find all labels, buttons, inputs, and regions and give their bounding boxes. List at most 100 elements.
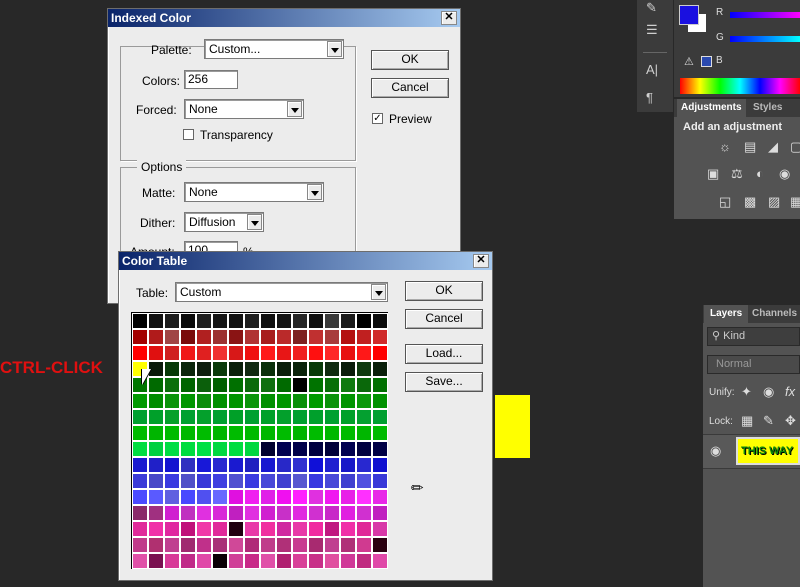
color-swatch[interactable] [180, 345, 196, 361]
color-swatch[interactable] [260, 425, 276, 441]
color-swatch[interactable] [164, 361, 180, 377]
table-select[interactable]: Custom [175, 282, 388, 302]
color-swatch[interactable] [212, 377, 228, 393]
bw-icon[interactable]: ◐ [756, 166, 764, 181]
load-button[interactable]: Load... [405, 344, 483, 364]
color-swatch[interactable] [180, 473, 196, 489]
color-swatch[interactable] [212, 329, 228, 345]
color-swatch[interactable] [308, 377, 324, 393]
color-swatch[interactable] [308, 457, 324, 473]
chevron-down-icon[interactable] [371, 284, 386, 300]
posterize-icon[interactable]: ▩ [744, 194, 756, 210]
color-swatch[interactable] [276, 473, 292, 489]
color-swatch[interactable] [196, 425, 212, 441]
color-swatch[interactable] [164, 553, 180, 569]
color-swatch[interactable] [308, 473, 324, 489]
save-button[interactable]: Save... [405, 372, 483, 392]
cancel-button[interactable]: Cancel [371, 78, 449, 98]
color-swatch[interactable] [260, 345, 276, 361]
color-swatch[interactable] [228, 425, 244, 441]
color-swatch[interactable] [260, 393, 276, 409]
chevron-down-icon[interactable] [287, 101, 302, 117]
color-swatch[interactable] [292, 393, 308, 409]
color-swatch[interactable] [228, 537, 244, 553]
preview-checkbox[interactable]: ✓ [372, 113, 383, 124]
color-swatch[interactable] [132, 553, 148, 569]
websafe-swatch[interactable] [701, 56, 712, 67]
color-swatch[interactable] [244, 425, 260, 441]
layer-filter[interactable]: ⚲ Kind [707, 327, 800, 346]
color-swatch[interactable] [260, 313, 276, 329]
color-swatch[interactable] [308, 313, 324, 329]
color-swatch[interactable] [260, 409, 276, 425]
color-swatch[interactable] [196, 393, 212, 409]
color-swatch[interactable] [340, 393, 356, 409]
color-swatch[interactable] [324, 457, 340, 473]
color-swatch[interactable] [292, 473, 308, 489]
ok-button[interactable]: OK [371, 50, 449, 70]
color-swatch[interactable] [244, 457, 260, 473]
color-swatch[interactable] [276, 521, 292, 537]
color-swatch[interactable] [260, 361, 276, 377]
color-swatch[interactable] [356, 393, 372, 409]
color-swatch[interactable] [292, 345, 308, 361]
color-swatch[interactable] [180, 537, 196, 553]
color-swatch[interactable] [276, 409, 292, 425]
color-swatch[interactable] [180, 329, 196, 345]
color-swatch[interactable] [196, 377, 212, 393]
color-swatch[interactable] [356, 409, 372, 425]
color-swatch[interactable] [276, 313, 292, 329]
color-swatch[interactable] [372, 505, 388, 521]
color-swatch[interactable] [340, 425, 356, 441]
threshold-icon[interactable]: ▨ [768, 194, 780, 210]
color-swatch[interactable] [244, 473, 260, 489]
color-swatch[interactable] [148, 553, 164, 569]
color-swatch[interactable] [340, 457, 356, 473]
color-swatch[interactable] [228, 361, 244, 377]
color-swatch[interactable] [276, 377, 292, 393]
color-swatch[interactable] [340, 409, 356, 425]
color-swatch[interactable] [132, 489, 148, 505]
color-swatch[interactable] [228, 345, 244, 361]
color-swatch[interactable] [356, 473, 372, 489]
r-slider[interactable] [730, 12, 800, 18]
color-swatch[interactable] [132, 425, 148, 441]
color-swatch[interactable] [180, 489, 196, 505]
color-swatch[interactable] [260, 553, 276, 569]
color-swatch[interactable] [132, 313, 148, 329]
visibility-eye-icon[interactable]: ◉ [710, 443, 721, 459]
color-swatch[interactable] [244, 553, 260, 569]
color-swatch[interactable] [148, 313, 164, 329]
color-swatch[interactable] [340, 345, 356, 361]
color-swatch[interactable] [308, 393, 324, 409]
color-swatch[interactable] [228, 489, 244, 505]
color-swatch[interactable] [372, 409, 388, 425]
close-icon[interactable]: ✕ [441, 11, 457, 25]
paragraph-icon[interactable]: ¶ [646, 90, 653, 105]
tab-layers[interactable]: Layers [704, 305, 749, 323]
color-swatch[interactable] [356, 361, 372, 377]
color-swatch[interactable] [340, 521, 356, 537]
exposure-icon[interactable]: ▢ [790, 139, 800, 155]
color-swatch[interactable] [244, 505, 260, 521]
color-swatch[interactable] [340, 537, 356, 553]
color-swatch[interactable] [132, 505, 148, 521]
tab-styles[interactable]: Styles [753, 99, 782, 117]
color-swatch[interactable] [132, 441, 148, 457]
color-swatch[interactable] [132, 409, 148, 425]
color-swatch[interactable] [244, 345, 260, 361]
color-swatch[interactable] [148, 409, 164, 425]
cancel-button[interactable]: Cancel [405, 309, 483, 329]
color-swatch[interactable] [356, 377, 372, 393]
color-swatch[interactable] [180, 553, 196, 569]
brightness-icon[interactable]: ☼ [719, 139, 731, 154]
unify-style-icon[interactable]: fx [785, 384, 795, 399]
unify-position-icon[interactable]: ✦ [741, 384, 752, 400]
color-swatch[interactable] [132, 345, 148, 361]
color-swatch[interactable] [164, 473, 180, 489]
color-swatch[interactable] [244, 489, 260, 505]
photo-filter-icon[interactable]: ◉ [779, 166, 790, 182]
color-swatch[interactable] [164, 409, 180, 425]
color-swatch[interactable] [212, 313, 228, 329]
color-swatch[interactable] [196, 473, 212, 489]
